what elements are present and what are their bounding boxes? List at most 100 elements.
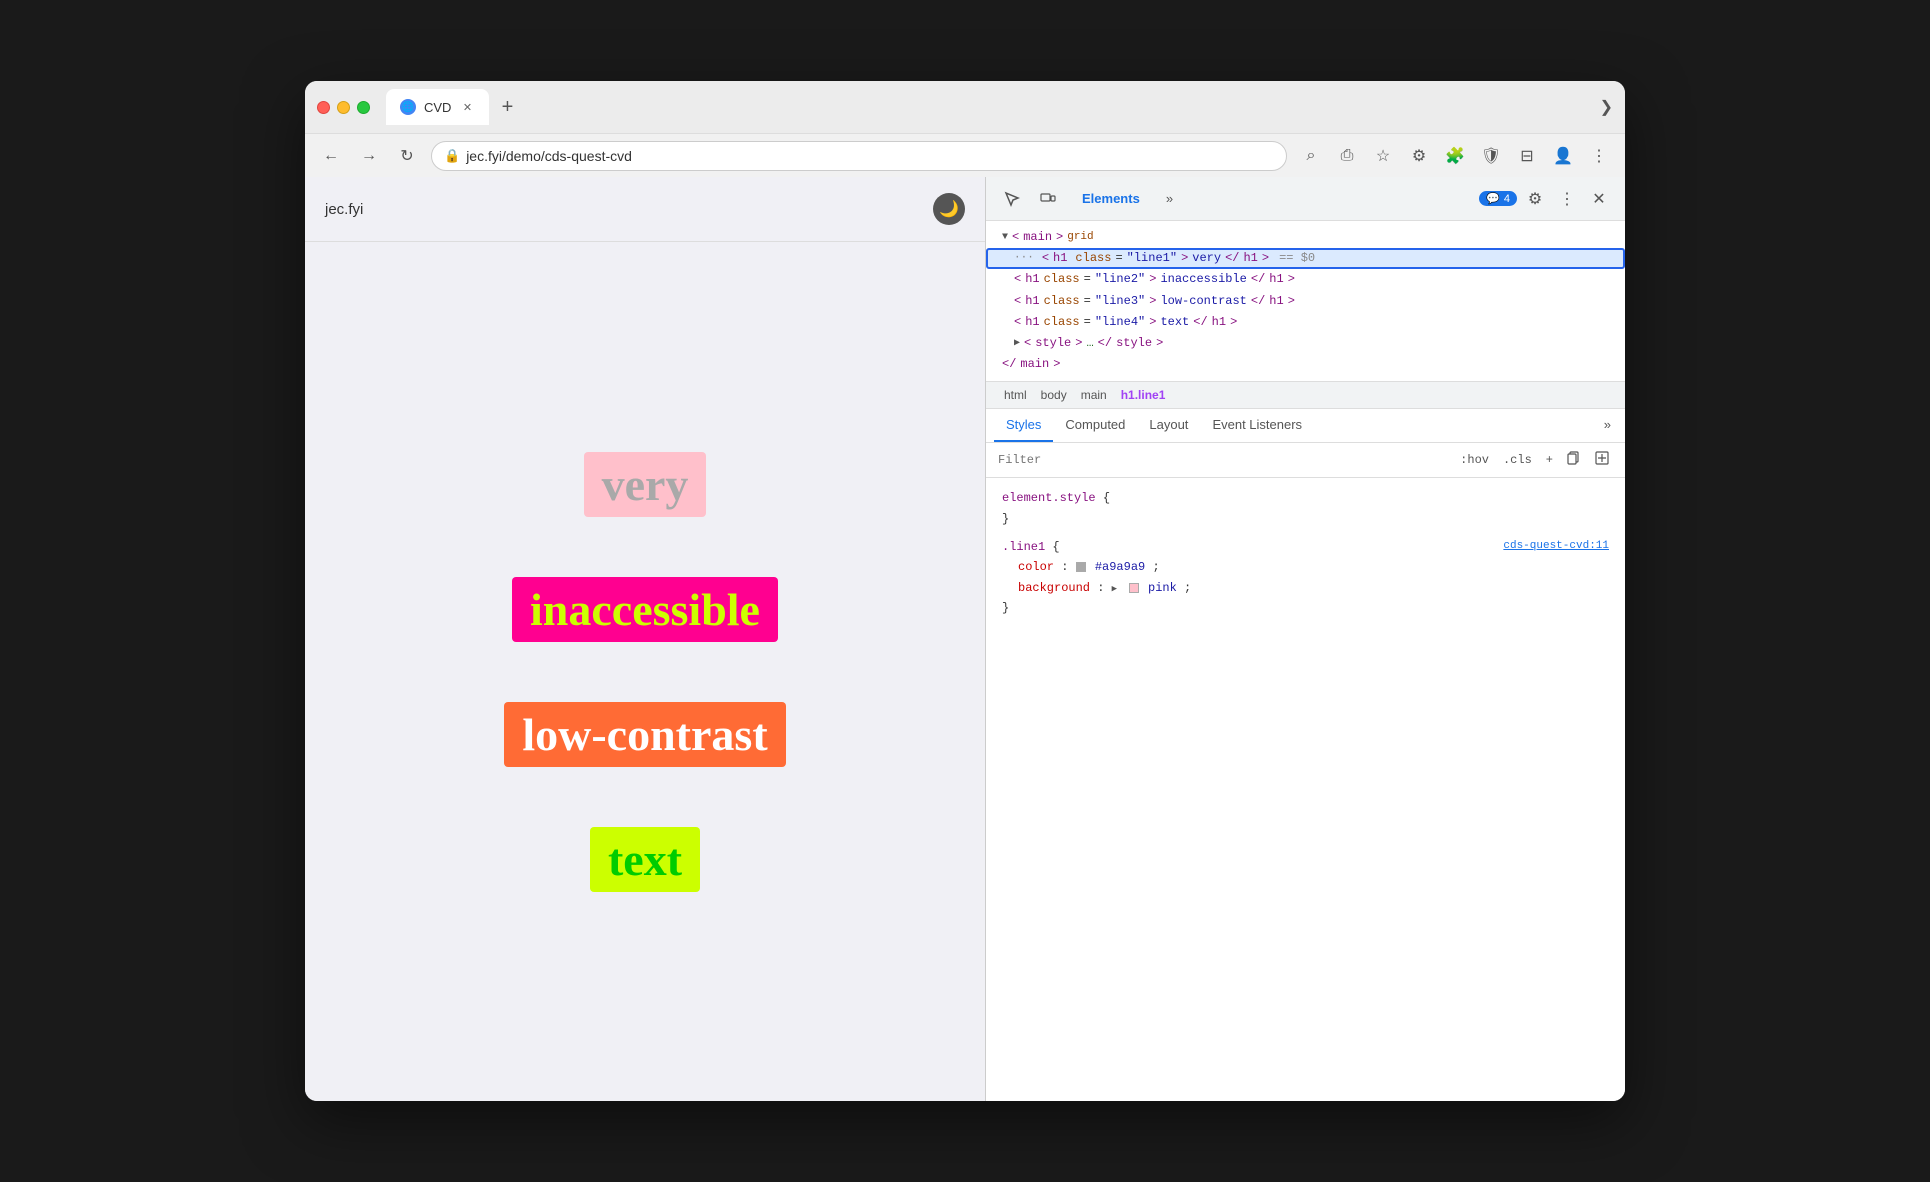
dom-row-style[interactable]: ▶ <style> … </style> [986,333,1625,354]
browser-menu-icon[interactable]: ⋮ [1585,142,1613,170]
page-header: jec.fyi 🌙 [305,177,985,242]
dom-ellipsis: … [1086,334,1093,353]
filter-input[interactable] [998,453,1448,467]
tab-styles[interactable]: Styles [994,409,1053,442]
dom-dollar-zero: == $0 [1279,249,1315,268]
close-traffic-light[interactable] [317,101,330,114]
maximize-traffic-light[interactable] [357,101,370,114]
styles-panel: Styles Computed Layout Event Listeners »… [986,409,1625,1101]
address-bar: ← → ↻ 🔒 jec.fyi/demo/cds-quest-cvd ⌕ ⎙ ☆… [305,133,1625,177]
dom-dots: ··· [1014,250,1034,268]
lock-icon: 🔒 [444,148,460,164]
devtools-menu-button[interactable]: ⋮ [1553,185,1581,213]
notification-badge[interactable]: 💬 4 [1479,191,1517,206]
dom-row-h1-line3[interactable]: <h1 class="line3" >low-contrast</h1> [986,291,1625,312]
search-icon[interactable]: ⌕ [1297,142,1325,170]
tab-favicon: 🌐 [400,99,416,115]
css-rule-close-line1: } [1002,598,1609,618]
styles-tabs: Styles Computed Layout Event Listeners » [986,409,1625,443]
color-swatch-a9a9a9[interactable] [1076,562,1086,572]
url-bar[interactable]: 🔒 jec.fyi/demo/cds-quest-cvd [431,141,1287,171]
add-style-button[interactable]: + [1542,451,1557,469]
devtools-toolbar: Elements » 💬 4 ⚙ ⋮ ✕ [986,177,1625,221]
browser-window: 🌐 CVD ✕ + ❯ ← → ↻ 🔒 jec.fyi/demo/cds-que… [305,81,1625,1101]
demo-text-very: very [584,452,707,517]
css-rule-close-element: } [1002,509,1609,529]
breadcrumb-html[interactable]: html [998,386,1033,404]
bookmark-icon[interactable]: ☆ [1369,142,1397,170]
traffic-lights [317,101,370,114]
cls-filter-button[interactable]: .cls [1499,451,1536,469]
color-swatch-pink[interactable] [1129,583,1139,593]
devtools-settings-button[interactable]: ⚙ [1521,185,1549,213]
content-area: jec.fyi 🌙 very inaccessible low-contrast… [305,177,1625,1101]
copy-styles-button[interactable] [1563,449,1585,471]
devtools-actions: 💬 4 ⚙ ⋮ ✕ [1479,185,1613,213]
triangle-icon: ▼ [1002,230,1008,246]
tab-title: CVD [424,100,451,115]
minimize-traffic-light[interactable] [337,101,350,114]
demo-text-text: text [590,827,700,892]
tab-elements[interactable]: Elements [1070,187,1152,210]
tab-bar: 🌐 CVD ✕ + ❯ [386,89,1613,125]
css-rule-selector-line1: .line1 { cds-quest-cvd:11 [1002,537,1609,557]
tab-list-button[interactable]: ❯ [1600,97,1613,117]
breadcrumb-h1-line1[interactable]: h1.line1 [1115,386,1172,404]
inspect-element-button[interactable] [998,185,1026,213]
breadcrumb-body[interactable]: body [1035,386,1073,404]
tab-computed[interactable]: Computed [1053,409,1137,442]
css-rule-element-style: element.style { } [986,484,1625,533]
forward-button[interactable]: → [355,142,383,170]
dom-tree: ▼ <main> grid ··· <h1 class="line1" >ver… [986,221,1625,381]
dom-row-h1-line4[interactable]: <h1 class="line4" >text</h1> [986,312,1625,333]
element-state-button[interactable] [1591,449,1613,471]
dom-row-main[interactable]: ▼ <main> grid [986,227,1625,248]
filter-actions: :hov .cls + [1456,449,1613,471]
tab-layout[interactable]: Layout [1137,409,1200,442]
tab-event-listeners[interactable]: Event Listeners [1200,409,1314,442]
devtools-panel: Elements » 💬 4 ⚙ ⋮ ✕ ▼ <ma [985,177,1625,1101]
dom-row-main-close[interactable]: </main> [986,354,1625,375]
dom-attr-grid: grid [1067,229,1093,247]
url-text: jec.fyi/demo/cds-quest-cvd [466,148,632,164]
title-bar: 🌐 CVD ✕ + ❯ [305,81,1625,133]
page-main: very inaccessible low-contrast text [305,242,985,1101]
devtools-top-tabs: Elements » [1070,187,1471,210]
tab-more[interactable]: » [1154,187,1185,210]
back-button[interactable]: ← [317,142,345,170]
account-icon[interactable]: 👤 [1549,142,1577,170]
page-logo: jec.fyi [325,201,363,218]
css-rule-selector-element: element.style { [1002,488,1609,508]
css-rules: element.style { } .line1 { cds-quest-cvd… [986,478,1625,1101]
hover-filter-button[interactable]: :hov [1456,451,1493,469]
badge-icon: 💬 [1486,192,1500,205]
badge-count: 4 [1504,193,1510,205]
devtools-close-button[interactable]: ✕ [1585,185,1613,213]
demo-text-low-contrast: low-contrast [504,702,785,767]
css-prop-color: color : #a9a9a9 ; [1002,557,1609,577]
device-toolbar-button[interactable] [1034,185,1062,213]
sidebar-toggle-icon[interactable]: ⊟ [1513,142,1541,170]
shield-icon[interactable]: 🛡 [1477,142,1505,170]
breadcrumb-main[interactable]: main [1075,386,1113,404]
css-prop-background: background : ▶ pink ; [1002,578,1609,598]
triangle-icon-style: ▶ [1014,336,1020,352]
new-tab-button[interactable]: + [493,93,521,121]
styles-more-tabs[interactable]: » [1598,409,1617,442]
dom-row-h1-line1[interactable]: ··· <h1 class="line1" >very</h1> == $0 [986,248,1625,269]
demo-text-inaccessible: inaccessible [512,577,778,642]
extensions-icon[interactable]: ⚙ [1405,142,1433,170]
filter-bar: :hov .cls + [986,443,1625,478]
dark-mode-button[interactable]: 🌙 [933,193,965,225]
css-rule-line1: .line1 { cds-quest-cvd:11 color : #a9a9a… [986,533,1625,623]
share-icon[interactable]: ⎙ [1333,142,1361,170]
browser-tab[interactable]: 🌐 CVD ✕ [386,89,489,125]
puzzle-icon[interactable]: 🧩 [1441,142,1469,170]
refresh-button[interactable]: ↻ [393,142,421,170]
breadcrumb-bar: html body main h1.line1 [986,381,1625,409]
address-actions: ⌕ ⎙ ☆ ⚙ 🧩 🛡 ⊟ 👤 ⋮ [1297,142,1613,170]
background-expand-icon[interactable]: ▶ [1112,582,1122,592]
dom-row-h1-line2[interactable]: <h1 class="line2" >inaccessible</h1> [986,269,1625,290]
css-source-link[interactable]: cds-quest-cvd:11 [1503,537,1609,556]
tab-close-button[interactable]: ✕ [459,99,475,115]
